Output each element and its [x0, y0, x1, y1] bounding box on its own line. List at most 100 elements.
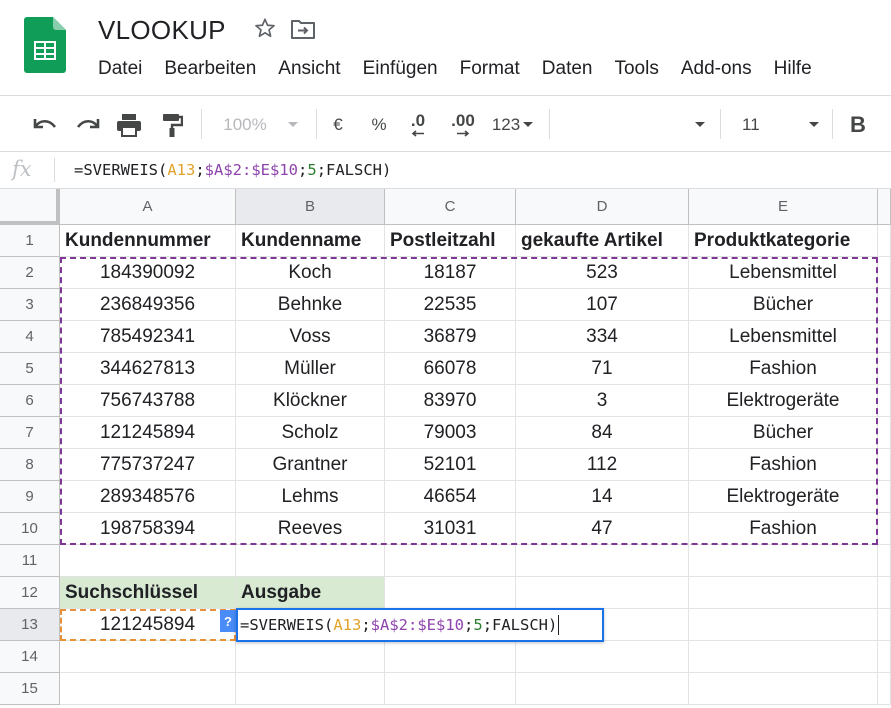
table-cell[interactable]: 46654 [385, 481, 516, 513]
table-cell[interactable]: 14 [516, 481, 689, 513]
column-header-c[interactable]: C [385, 189, 516, 225]
table-cell[interactable]: Scholz [236, 417, 385, 449]
table-cell[interactable]: Klöckner [236, 385, 385, 417]
select-all-corner[interactable] [0, 189, 60, 225]
table-cell[interactable]: 83970 [385, 385, 516, 417]
row-header-10[interactable]: 10 [0, 513, 60, 545]
column-header-a[interactable]: A [60, 189, 236, 225]
grid-cell[interactable] [689, 577, 878, 609]
table-cell[interactable]: 184390092 [60, 257, 236, 289]
sheets-logo-icon[interactable] [24, 17, 66, 73]
grid-cell[interactable] [236, 641, 385, 673]
table-cell[interactable]: 107 [516, 289, 689, 321]
table-cell[interactable]: Voss [236, 321, 385, 353]
grid-cell[interactable] [689, 609, 878, 641]
table-cell[interactable]: 785492341 [60, 321, 236, 353]
zoom-select[interactable]: 100% [216, 96, 306, 153]
table-cell[interactable]: 71 [516, 353, 689, 385]
table-cell[interactable]: 79003 [385, 417, 516, 449]
menu-view[interactable]: Ansicht [278, 58, 340, 84]
table-cell[interactable]: Elektrogeräte [689, 481, 878, 513]
decrease-decimal-button[interactable]: .0 [403, 96, 433, 153]
table-cell[interactable]: Behnke [236, 289, 385, 321]
table-cell[interactable]: 22535 [385, 289, 516, 321]
grid-cell[interactable] [516, 577, 689, 609]
grid-cell[interactable] [516, 673, 689, 705]
redo-button[interactable] [73, 96, 103, 153]
table-cell[interactable]: Elektrogeräte [689, 385, 878, 417]
table-header-cell[interactable]: Kundennummer [60, 225, 236, 257]
table-cell[interactable]: Lehms [236, 481, 385, 513]
table-cell[interactable]: Fashion [689, 513, 878, 545]
menu-file[interactable]: Datei [98, 58, 142, 84]
row-header-3[interactable]: 3 [0, 289, 60, 321]
grid-cell[interactable] [385, 641, 516, 673]
table-cell[interactable]: 36879 [385, 321, 516, 353]
menu-format[interactable]: Format [460, 58, 520, 84]
grid-cell[interactable] [689, 641, 878, 673]
row-header-9[interactable]: 9 [0, 481, 60, 513]
table-cell[interactable]: 66078 [385, 353, 516, 385]
row-header-8[interactable]: 8 [0, 449, 60, 481]
table-cell[interactable]: 198758394 [60, 513, 236, 545]
grid-cell[interactable] [689, 673, 878, 705]
document-title[interactable]: VLOOKUP [98, 15, 226, 46]
lookup-output-label[interactable]: Ausgabe [236, 577, 385, 609]
menu-data[interactable]: Daten [542, 58, 593, 84]
table-cell[interactable]: Grantner [236, 449, 385, 481]
print-button[interactable] [114, 96, 144, 153]
table-cell[interactable]: Fashion [689, 449, 878, 481]
table-cell[interactable]: 289348576 [60, 481, 236, 513]
row-header-1[interactable]: 1 [0, 225, 60, 257]
grid-cell[interactable] [385, 577, 516, 609]
row-header-12[interactable]: 12 [0, 577, 60, 609]
grid-cell[interactable] [385, 545, 516, 577]
table-cell[interactable]: Müller [236, 353, 385, 385]
table-header-cell[interactable]: Kundenname [236, 225, 385, 257]
column-header-d[interactable]: D [516, 189, 689, 225]
column-header-b[interactable]: B [236, 189, 385, 225]
table-cell[interactable]: 344627813 [60, 353, 236, 385]
table-cell[interactable]: 84 [516, 417, 689, 449]
lookup-key-value[interactable]: 121245894 [60, 609, 236, 641]
font-size-select[interactable]: 11 [730, 96, 824, 153]
undo-button[interactable] [30, 96, 60, 153]
grid-cell[interactable] [60, 641, 236, 673]
grid-cell[interactable] [236, 673, 385, 705]
table-cell[interactable]: 18187 [385, 257, 516, 289]
percent-format-button[interactable]: % [366, 96, 392, 153]
row-header-11[interactable]: 11 [0, 545, 60, 577]
table-cell[interactable]: 756743788 [60, 385, 236, 417]
row-header-14[interactable]: 14 [0, 641, 60, 673]
menu-tools[interactable]: Tools [614, 58, 658, 84]
table-cell[interactable]: 3 [516, 385, 689, 417]
grid-cell[interactable] [516, 641, 689, 673]
table-cell[interactable]: Fashion [689, 353, 878, 385]
increase-decimal-button[interactable]: .00 [444, 96, 482, 153]
cell-editor[interactable]: =SVERWEIS(A13; $A$2:$E$10; 5 ;FALSCH) [236, 608, 604, 642]
table-cell[interactable]: Bücher [689, 289, 878, 321]
lookup-key-label[interactable]: Suchschlüssel [60, 577, 236, 609]
grid-cell[interactable] [689, 545, 878, 577]
table-cell[interactable]: 47 [516, 513, 689, 545]
grid-cell[interactable] [516, 545, 689, 577]
table-cell[interactable]: Koch [236, 257, 385, 289]
row-header-15[interactable]: 15 [0, 673, 60, 705]
menu-addons[interactable]: Add-ons [681, 58, 752, 84]
table-cell[interactable]: 52101 [385, 449, 516, 481]
row-header-6[interactable]: 6 [0, 385, 60, 417]
row-header-2[interactable]: 2 [0, 257, 60, 289]
paint-format-button[interactable] [158, 96, 186, 153]
formula-input[interactable]: =SVERWEIS(A13;$A$2:$E$10;5;FALSCH) [74, 161, 391, 179]
formula-help-button[interactable]: ? [220, 610, 236, 632]
table-cell[interactable]: 236849356 [60, 289, 236, 321]
table-header-cell[interactable]: Produktkategorie [689, 225, 878, 257]
font-family-select[interactable] [556, 96, 712, 153]
table-cell[interactable]: Lebensmittel [689, 257, 878, 289]
table-cell[interactable]: 523 [516, 257, 689, 289]
row-header-4[interactable]: 4 [0, 321, 60, 353]
table-cell[interactable]: 334 [516, 321, 689, 353]
table-cell[interactable]: 112 [516, 449, 689, 481]
table-header-cell[interactable]: Postleitzahl [385, 225, 516, 257]
table-cell[interactable]: 775737247 [60, 449, 236, 481]
